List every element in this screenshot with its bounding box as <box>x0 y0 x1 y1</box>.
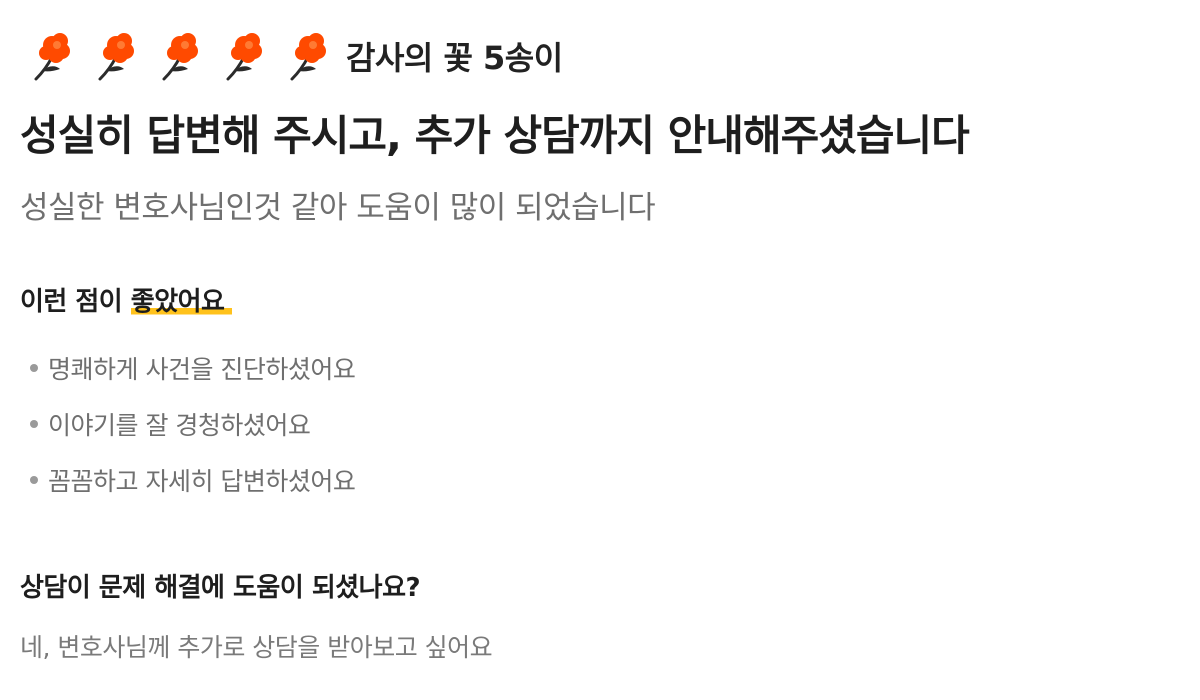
good-point-item: 꼼꼼하고 자세히 답변하셨어요 <box>20 452 1180 508</box>
good-point-text: 명쾌하게 사건을 진단하셨어요 <box>48 355 356 384</box>
rose-icon <box>26 27 84 85</box>
review-body: 성실한 변호사님인것 같아 도움이 많이 되었습니다 <box>20 190 656 226</box>
good-point-item: 이야기를 잘 경청하셨어요 <box>20 396 1180 452</box>
bullet-dot <box>30 364 38 372</box>
flowers-label: 감사의 꽃 5송이 <box>346 39 563 77</box>
thanks-flowers: 감사의 꽃 5송이 <box>20 26 1180 86</box>
rose-icon <box>218 27 276 85</box>
good-points-list: 명쾌하게 사건을 진단하셨어요 이야기를 잘 경청하셨어요 꼼꼼하고 자세히 답… <box>20 340 1180 508</box>
help-answer: 네, 변호사님께 추가로 상담을 받아보고 싶어요 <box>20 633 493 662</box>
good-points-heading-prefix: 이런 점이 <box>20 287 123 317</box>
good-points-heading: 이런 점이 좋았어요 <box>20 284 1180 320</box>
bullet-dot <box>30 420 38 428</box>
good-points-heading-highlight: 좋았어요 <box>130 287 233 317</box>
review-card: 감사의 꽃 5송이 성실히 답변해 주시고, 추가 상담까지 안내해주셨습니다 … <box>20 26 1180 666</box>
good-point-text: 이야기를 잘 경청하셨어요 <box>48 411 311 440</box>
bullet-dot <box>30 476 38 484</box>
rose-icon <box>90 27 148 85</box>
review-title: 성실히 답변해 주시고, 추가 상담까지 안내해주셨습니다 <box>20 111 970 160</box>
flowers-group <box>26 27 340 85</box>
good-point-item: 명쾌하게 사건을 진단하셨어요 <box>20 340 1180 396</box>
good-point-text: 꼼꼼하고 자세히 답변하셨어요 <box>48 467 356 496</box>
rose-icon <box>154 27 212 85</box>
help-question: 상담이 문제 해결에 도움이 되셨나요? <box>20 573 421 603</box>
rose-icon <box>282 27 340 85</box>
